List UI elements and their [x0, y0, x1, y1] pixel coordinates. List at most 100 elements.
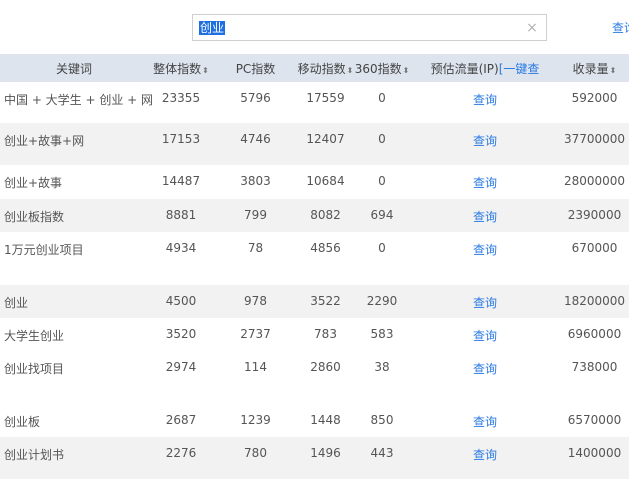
- 360-cell: 443: [370, 446, 394, 460]
- query-link[interactable]: 查询: [410, 199, 560, 232]
- mobile-cell: 8082: [310, 208, 341, 222]
- query-link[interactable]: 查询: [410, 285, 560, 318]
- 360-cell: 0: [378, 91, 386, 105]
- mobile-cell: 1496: [310, 446, 341, 460]
- pc-cell: 4746: [240, 132, 271, 146]
- indexed-cell: 670000: [571, 241, 618, 255]
- pc-cell: 78: [247, 241, 264, 255]
- mobile-cell: 4856: [310, 241, 341, 255]
- table-row: 创业找项目 2974 114 2860 38 查询 738000: [0, 351, 629, 404]
- pc-cell: 978: [244, 294, 267, 308]
- search-input[interactable]: 创业: [199, 19, 226, 37]
- search-button[interactable]: 查询: [612, 19, 629, 36]
- col-header-traffic: 预估流量(IP)[一键查: [430, 61, 540, 76]
- pc-cell: 2737: [240, 327, 271, 341]
- total-cell: 14487: [161, 174, 201, 188]
- sort-icon[interactable]: ⬍: [403, 66, 410, 75]
- table-row: 创业 4500 978 3522 2290 查询 18200000: [0, 285, 629, 318]
- sort-icon[interactable]: ⬍: [610, 66, 617, 75]
- keyword-cell: 大学生创业: [4, 329, 65, 343]
- col-header-360[interactable]: 360指数⬍: [354, 54, 410, 82]
- keyword-cell: 创业计划书: [4, 448, 65, 462]
- col-header-indexed[interactable]: 收录量⬍: [560, 54, 629, 82]
- total-cell: 4500: [165, 294, 197, 308]
- total-cell: 2974: [165, 360, 197, 374]
- keyword-cell: 创业+故事+网: [4, 134, 85, 148]
- keyword-cell: 中国 + 大学生 + 创业 + 网: [4, 93, 154, 107]
- query-link[interactable]: 查询: [410, 437, 560, 479]
- mobile-cell: 17559: [306, 91, 345, 105]
- indexed-cell: 592000: [571, 91, 618, 105]
- sort-icon[interactable]: ⬍: [202, 66, 209, 75]
- col-header-mobile[interactable]: 移动指数⬍: [297, 54, 354, 82]
- pc-cell: 1239: [240, 413, 271, 427]
- pc-cell: 5796: [240, 91, 271, 105]
- 360-cell: 2290: [366, 294, 398, 308]
- table-row: 创业+故事+网 17153 4746 12407 0 查询 37700000: [0, 123, 629, 165]
- total-cell: 2687: [165, 413, 197, 427]
- query-link[interactable]: 查询: [410, 232, 560, 285]
- mobile-cell: 10684: [306, 174, 345, 188]
- query-link[interactable]: 查询: [410, 82, 560, 123]
- query-link[interactable]: 查询: [410, 165, 560, 199]
- total-cell: 2276: [165, 446, 197, 460]
- mobile-cell: 12407: [306, 132, 345, 146]
- table-header-row: 关键词 整体指数⬍ PC指数 移动指数⬍ 360指数⬍ 预估流量(IP)[一键查…: [0, 54, 629, 82]
- table-row: 中国 + 大学生 + 创业 + 网 23355 5796 17559 0 查询 …: [0, 82, 629, 123]
- col-header-total[interactable]: 整体指数⬍: [148, 54, 214, 82]
- 360-cell: 0: [378, 132, 386, 146]
- keyword-cell: 1万元创业项目: [4, 243, 84, 257]
- indexed-cell: 2390000: [567, 208, 622, 222]
- indexed-cell: 28000000: [563, 174, 626, 188]
- keyword-cell: 创业板: [4, 415, 41, 429]
- sort-icon[interactable]: ⬍: [347, 66, 354, 75]
- query-link[interactable]: 查询: [410, 351, 560, 404]
- col-header-pc: PC指数: [235, 61, 276, 76]
- indexed-cell: 6960000: [567, 327, 622, 341]
- indexed-cell: 37700000: [563, 132, 626, 146]
- col-header-keyword: 关键词: [55, 61, 92, 76]
- 360-cell: 583: [370, 327, 394, 341]
- indexed-cell: 18200000: [563, 294, 626, 308]
- indexed-cell: 738000: [571, 360, 618, 374]
- 360-cell: 38: [374, 360, 390, 374]
- keyword-cell: 创业+故事: [4, 176, 63, 190]
- pc-cell: 780: [244, 446, 267, 460]
- table-row: 创业+故事 14487 3803 10684 0 查询 28000000: [0, 165, 629, 199]
- search-box[interactable]: 创业 ×: [192, 14, 547, 41]
- mobile-cell: 3522: [310, 294, 341, 308]
- total-cell: 23355: [161, 91, 201, 105]
- table-row: 创业板 2687 1239 1448 850 查询 6570000: [0, 404, 629, 437]
- 360-cell: 850: [370, 413, 394, 427]
- keyword-cell: 创业板指数: [4, 210, 65, 224]
- 360-cell: 694: [370, 208, 394, 222]
- keyword-table: 关键词 整体指数⬍ PC指数 移动指数⬍ 360指数⬍ 预估流量(IP)[一键查…: [0, 54, 629, 479]
- keyword-cell: 创业找项目: [4, 362, 65, 376]
- table-row: 创业板指数 8881 799 8082 694 查询 2390000: [0, 199, 629, 232]
- total-cell: 17153: [161, 132, 201, 146]
- mobile-cell: 1448: [310, 413, 341, 427]
- one-click-query-link[interactable]: [一键查: [499, 62, 540, 76]
- table-row: 创业计划书 2276 780 1496 443 查询 1400000: [0, 437, 629, 479]
- table-row: 1万元创业项目 4934 78 4856 0 查询 670000: [0, 232, 629, 285]
- keyword-cell: 创业: [4, 296, 29, 310]
- pc-cell: 114: [244, 360, 267, 374]
- 360-cell: 0: [378, 174, 386, 188]
- search-input-value: 创业: [199, 21, 226, 35]
- clear-icon[interactable]: ×: [524, 19, 540, 37]
- indexed-cell: 1400000: [567, 446, 622, 460]
- total-cell: 8881: [165, 208, 197, 222]
- query-link[interactable]: 查询: [410, 318, 560, 351]
- query-link[interactable]: 查询: [410, 123, 560, 165]
- mobile-cell: 783: [314, 327, 337, 341]
- table-row: 大学生创业 3520 2737 783 583 查询 6960000: [0, 318, 629, 351]
- 360-cell: 0: [378, 241, 386, 255]
- indexed-cell: 6570000: [567, 413, 622, 427]
- pc-cell: 799: [244, 208, 267, 222]
- query-link[interactable]: 查询: [410, 404, 560, 437]
- total-cell: 3520: [165, 327, 197, 341]
- search-bar: 创业 × 查询: [0, 0, 629, 54]
- total-cell: 4934: [165, 241, 197, 255]
- pc-cell: 3803: [240, 174, 271, 188]
- mobile-cell: 2860: [310, 360, 341, 374]
